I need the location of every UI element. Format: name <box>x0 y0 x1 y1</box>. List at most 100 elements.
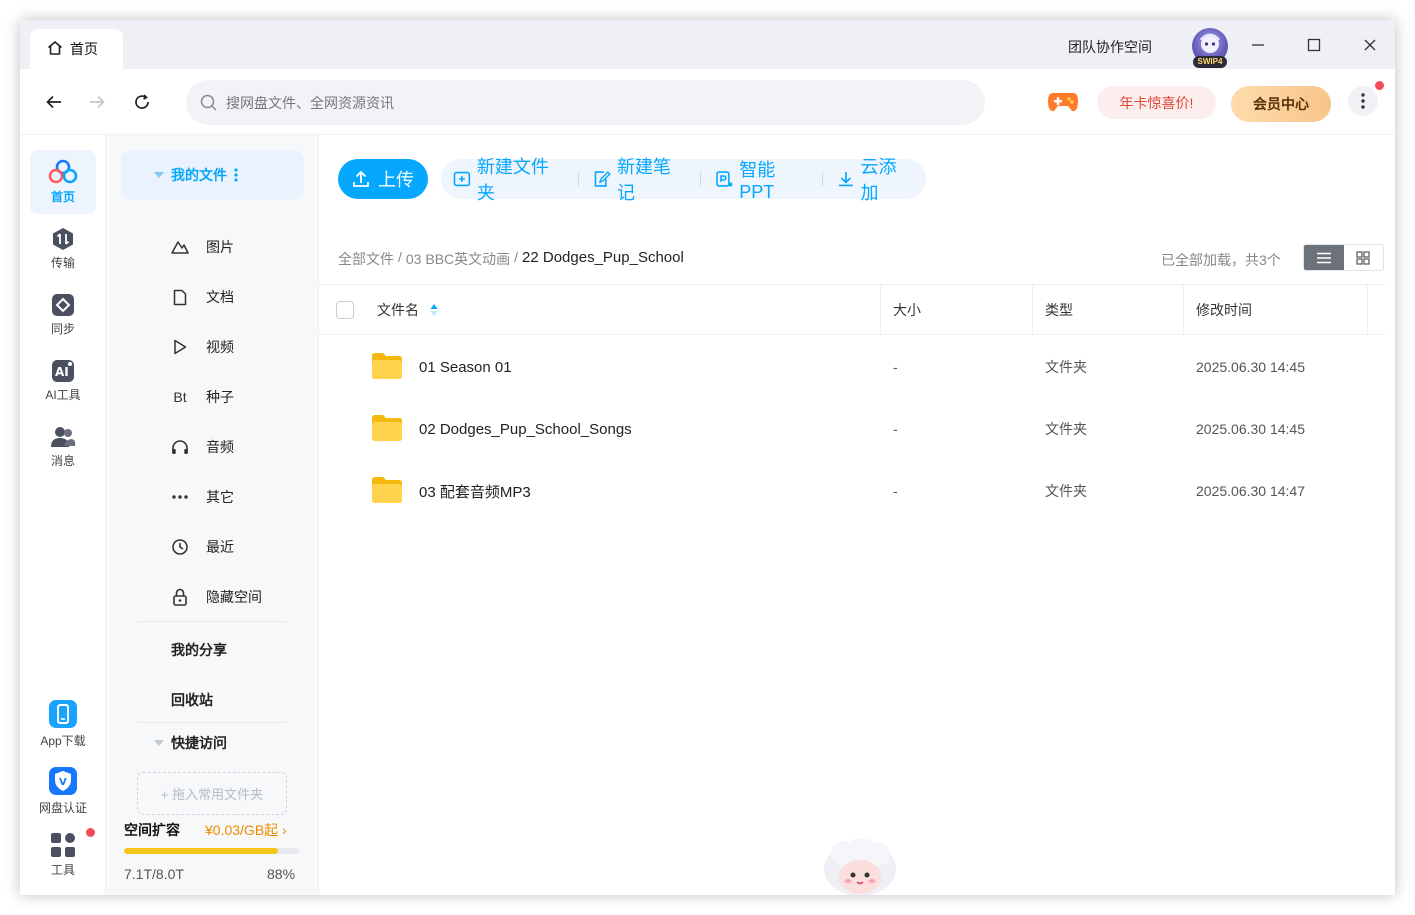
load-status: 已全部加载，共3个 <box>1161 252 1281 268</box>
kebab-menu-icon[interactable] <box>233 167 239 183</box>
svg-text:V: V <box>59 777 67 788</box>
breadcrumb-level1[interactable]: 03 BBC英文动画 <box>406 249 510 269</box>
file-name[interactable]: 01 Season 01 <box>419 336 512 398</box>
home-icon <box>46 39 64 60</box>
category-documents[interactable]: 文档 <box>170 282 234 312</box>
file-type: 文件夹 <box>1045 359 1087 375</box>
new-note-label: 新建笔记 <box>616 157 671 203</box>
new-folder-button[interactable]: 新建文件夹 <box>453 153 578 205</box>
rail-label: 同步 <box>50 322 75 336</box>
cloud-add-button[interactable]: 云添加 <box>837 153 926 205</box>
breadcrumb-separator: / <box>398 249 402 265</box>
rail-item-app-download[interactable]: App下载 <box>30 692 96 756</box>
file-modified: 2025.06.30 14:45 <box>1196 359 1305 375</box>
my-files-header[interactable]: 我的文件 <box>121 150 304 200</box>
rail-item-sync[interactable]: 同步 <box>30 283 96 347</box>
category-audio[interactable]: 音频 <box>170 432 234 462</box>
my-share-link[interactable]: 我的分享 <box>171 640 227 660</box>
column-header-modified[interactable]: 修改时间 <box>1196 285 1252 334</box>
column-header-label: 文件名 <box>377 301 419 318</box>
search-input[interactable] <box>226 94 926 111</box>
file-name[interactable]: 02 Dodges_Pup_School_Songs <box>419 398 632 460</box>
home-cloud-icon <box>48 159 78 184</box>
refresh-button[interactable] <box>127 87 157 117</box>
file-type: 文件夹 <box>1045 483 1087 499</box>
close-button[interactable] <box>1356 32 1384 58</box>
ppt-icon <box>716 171 733 187</box>
file-type: 文件夹 <box>1045 421 1087 437</box>
file-modified: 2025.06.30 14:45 <box>1196 421 1305 437</box>
kebab-menu-icon <box>1361 93 1365 109</box>
team-space-link[interactable]: 团队协作空间 <box>1068 37 1152 57</box>
upload-button[interactable]: 上传 <box>338 159 428 199</box>
vip-level-badge: SWIP4 <box>1193 56 1227 68</box>
document-icon <box>170 289 190 306</box>
new-folder-label: 新建文件夹 <box>476 157 549 203</box>
quick-access-header[interactable]: 快捷访问 <box>153 733 227 753</box>
assistant-mascot-icon[interactable] <box>821 839 899 895</box>
grid-view-button[interactable] <box>1344 245 1384 270</box>
message-icon <box>51 427 76 447</box>
file-row[interactable]: 01 Season 01 - 文件夹 2025.06.30 14:45 <box>319 336 1385 398</box>
recycle-bin-link[interactable]: 回收站 <box>171 690 213 710</box>
smart-ppt-label: 智能PPT <box>739 159 776 202</box>
rail-item-transfer[interactable]: 传输 <box>30 217 96 281</box>
column-divider <box>1367 285 1368 334</box>
breadcrumb-root[interactable]: 全部文件 <box>338 249 394 269</box>
game-center-icon[interactable] <box>1047 90 1079 114</box>
list-icon <box>1316 252 1331 263</box>
rail-item-home[interactable]: 首页 <box>30 150 96 214</box>
category-torrents[interactable]: Bt 种子 <box>170 382 234 412</box>
more-menu-button[interactable] <box>1348 81 1384 116</box>
category-hidden-space[interactable]: 隐藏空间 <box>170 582 262 612</box>
bt-icon: Bt <box>173 389 187 405</box>
tab-label: 首页 <box>70 41 98 57</box>
minimize-icon <box>1252 44 1264 46</box>
category-label: 最近 <box>206 539 234 555</box>
forward-button[interactable] <box>82 87 112 117</box>
minimize-button[interactable] <box>1244 32 1272 58</box>
column-header-name[interactable]: 文件名 <box>377 285 439 334</box>
space-expand-price-link[interactable]: ¥0.03/GB起 › <box>205 820 287 840</box>
file-row[interactable]: 03 配套音频MP3 - 文件夹 2025.06.30 14:47 <box>319 460 1385 522</box>
select-all-checkbox[interactable] <box>336 301 354 319</box>
annual-promo-button[interactable]: 年卡惊喜价! <box>1097 86 1216 119</box>
view-mode-switch <box>1303 244 1384 271</box>
arrow-left-icon <box>46 95 61 109</box>
storage-progress-fill <box>124 848 278 854</box>
rail-label: 首页 <box>50 190 75 204</box>
rail-item-verification[interactable]: V 网盘认证 <box>30 759 96 823</box>
file-name[interactable]: 03 配套音频MP3 <box>419 460 531 522</box>
avatar[interactable]: SWIP4 <box>1192 28 1228 68</box>
category-videos[interactable]: 视频 <box>170 332 234 362</box>
list-view-button[interactable] <box>1304 245 1344 270</box>
tab-home[interactable]: 首页 <box>30 29 123 69</box>
sort-icon <box>430 303 438 316</box>
divider <box>578 172 580 186</box>
quick-access-dropzone[interactable]: + 拖入常用文件夹 <box>137 772 287 815</box>
phone-icon <box>49 700 77 728</box>
category-label: 隐藏空间 <box>206 589 262 605</box>
category-recent[interactable]: 最近 <box>170 532 234 562</box>
grid-tools-icon <box>51 833 75 857</box>
rail-item-ai-tools[interactable]: AI AI工具 <box>30 349 96 413</box>
smart-ppt-button[interactable]: 智能PPT <box>715 156 821 203</box>
notification-dot <box>1375 81 1384 90</box>
maximize-button[interactable] <box>1300 32 1328 58</box>
new-note-button[interactable]: 新建笔记 <box>593 153 700 205</box>
column-header-type[interactable]: 类型 <box>1045 285 1073 334</box>
column-header-size[interactable]: 大小 <box>893 285 921 334</box>
rail-item-messages[interactable]: 消息 <box>30 415 96 479</box>
rail-label: 网盘认证 <box>38 801 87 815</box>
maximize-icon <box>1307 38 1321 52</box>
search-box[interactable] <box>186 80 985 125</box>
rail-label: 工具 <box>50 863 75 877</box>
category-images[interactable]: 图片 <box>170 232 234 262</box>
column-divider <box>880 285 881 334</box>
back-button[interactable] <box>39 87 69 117</box>
vip-center-button[interactable]: 会员中心 <box>1231 86 1331 122</box>
category-label: 视频 <box>206 339 234 355</box>
category-others[interactable]: 其它 <box>170 482 234 512</box>
file-row[interactable]: 02 Dodges_Pup_School_Songs - 文件夹 2025.06… <box>319 398 1385 460</box>
transfer-icon <box>53 228 73 250</box>
